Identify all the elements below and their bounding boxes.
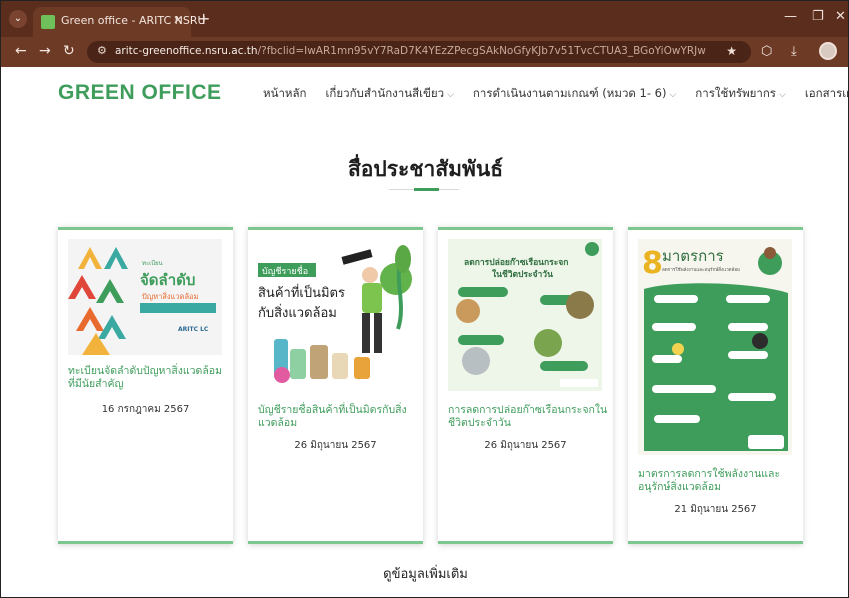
news-card[interactable]: บัญชีรายชื่อ สินค้าที่เป็นมิตร กับสิ่งแว… [248,227,423,544]
chevron-down-icon: ⌵ [447,90,454,100]
new-tab-button[interactable]: + [197,9,210,28]
thumb-text: ลดการใช้พลังงานและอนุรักษ์สิ่งแวดล้อม [662,266,740,273]
card-thumbnail[interactable]: ทะเบียน จัดลำดับ ปัญหาสิ่งแวดล้อม ARITC … [68,239,222,355]
card-date: 16 กรกฎาคม 2567 [101,404,190,415]
download-icon[interactable]: ⤓ [791,44,797,59]
bookmark-star-icon[interactable]: ★ [726,44,737,58]
tab-search-icon[interactable]: ⌄ [9,10,27,28]
thumb-text: กับสิ่งแวดล้อม [258,304,337,321]
url-host: aritc-greenoffice.nsru.ac.th [115,45,258,57]
site-info-icon[interactable]: ⚙ [97,44,107,57]
site-logo[interactable]: GREEN OFFICE [58,81,222,105]
nav-item-about[interactable]: เกี่ยวกับสำนักงานสีเขียว ⌵ [326,85,454,103]
thumbnail-graphic: ลดการปล่อยก๊าซเรือนกระจก ในชีวิตประจำวัน [448,239,602,391]
main-nav: หน้าหลัก เกี่ยวกับสำนักงานสีเขียว ⌵ การดำ… [263,85,848,103]
thumb-text: ทะเบียน [142,259,163,267]
favicon-icon [41,15,55,29]
thumb-text: ปัญหาสิ่งแวดล้อม [142,291,199,301]
card-thumbnail[interactable]: 8 มาตรการ ลดการใช้พลังงานและอนุรักษ์สิ่ง… [638,239,792,455]
browser-window: ⌄ Green office - ARITC NSRU ✕ + — ❐ ✕ ← … [0,0,849,598]
thumb-text: ในชีวิตประจำวัน [492,269,553,280]
svg-text:8: 8 [642,246,663,281]
thumb-text: จัดลำดับ [140,271,195,289]
nav-label: การดำเนินงานตามเกณฑ์ (หมวด 1- 6) [472,86,667,100]
title-accent [414,188,439,191]
restore-icon[interactable]: ❐ [812,9,824,24]
nav-item-documents[interactable]: เอกสารเผยแพร่ [804,85,848,103]
card-date: 26 มิถุนายน 2567 [294,440,377,451]
chevron-down-icon: ⌵ [779,90,786,100]
section-title: สื่อประชาสัมพันธ์ [347,157,504,181]
thumbnail-graphic: ทะเบียน จัดลำดับ ปัญหาสิ่งแวดล้อม ARITC … [68,247,216,355]
card-thumbnail[interactable]: ลดการปล่อยก๊าซเรือนกระจก ในชีวิตประจำวัน [448,239,602,391]
address-bar[interactable]: ⚙ aritc-greenoffice.nsru.ac.th/?fbclid=I… [87,41,751,63]
thumb-text: มาตรการ [662,247,724,265]
nav-item-home[interactable]: หน้าหลัก [263,85,307,103]
nav-label: หน้าหลัก [263,86,307,100]
nav-item-criteria[interactable]: การดำเนินงานตามเกณฑ์ (หมวด 1- 6) ⌵ [473,85,676,103]
thumb-text: ARITC LC [178,326,209,333]
thumb-text: สินค้าที่เป็นมิตร [258,283,345,301]
news-card[interactable]: ทะเบียน จัดลำดับ ปัญหาสิ่งแวดล้อม ARITC … [58,227,233,544]
card-title[interactable]: บัญชีรายชื่อสินค้าที่เป็นมิตรกับสิ่งแวดล… [258,404,418,430]
tab-strip: ⌄ Green office - ARITC NSRU ✕ + — ❐ ✕ [1,1,848,37]
card-thumbnail[interactable]: บัญชีรายชื่อ สินค้าที่เป็นมิตร กับสิ่งแว… [258,239,412,393]
chevron-down-icon: ⌵ [669,90,677,100]
url-text: aritc-greenoffice.nsru.ac.th/?fbclid=IwA… [115,45,725,57]
browser-toolbar: ← → ↻ ⚙ aritc-greenoffice.nsru.ac.th/?fb… [1,37,848,67]
nav-item-resources[interactable]: การใช้ทรัพยากร ⌵ [695,85,786,103]
minimize-icon[interactable]: — [784,9,797,24]
card-title[interactable]: ทะเบียนจัดลำดับปัญหาสิ่งแวดล้อมที่มีนัยส… [68,365,228,391]
card-date: 21 มิถุนายน 2567 [674,504,757,515]
reload-icon[interactable]: ↻ [63,43,75,59]
browser-tab[interactable]: Green office - ARITC NSRU ✕ [33,7,206,37]
news-card[interactable]: 8 มาตรการ ลดการใช้พลังงานและอนุรักษ์สิ่ง… [628,227,803,544]
nav-label: เกี่ยวกับสำนักงานสีเขียว [325,86,445,100]
card-title[interactable]: การลดการปล่อยก๊าซเรือนกระจกในชีวิตประจำว… [448,404,608,430]
profile-avatar[interactable] [819,42,837,60]
back-icon[interactable]: ← [15,43,27,59]
nav-label: การใช้ทรัพยากร [695,86,776,100]
thumb-text: ลดการปล่อยก๊าซเรือนกระจก [464,257,568,268]
menu-kebab-icon[interactable]: ⋮ [843,43,848,57]
card-date: 26 มิถุนายน 2567 [484,440,567,451]
nav-label: เอกสารเผยแพร่ [804,86,848,100]
news-card[interactable]: ลดการปล่อยก๊าซเรือนกระจก ในชีวิตประจำวัน… [438,227,613,544]
extensions-icon[interactable]: ⬡ [761,44,772,59]
forward-icon[interactable]: → [39,43,51,59]
close-tab-icon[interactable]: ✕ [173,13,183,27]
url-path: /?fbclid=IwAR1mn95vY7RaD7K4YEzZPecgSAkNo… [257,45,706,57]
tab-title: Green office - ARITC NSRU [61,14,206,27]
close-window-icon[interactable]: ✕ [835,9,846,24]
card-title[interactable]: มาตรการลดการใช้พลังงานและอนุรักษ์สิ่งแวด… [638,468,798,494]
thumbnail-graphic: 8 มาตรการ ลดการใช้พลังงานและอนุรักษ์สิ่ง… [638,239,792,455]
view-more-link[interactable]: ดูข้อมูลเพิ่มเติม [1,563,848,584]
thumbnail-graphic: บัญชีรายชื่อ สินค้าที่เป็นมิตร กับสิ่งแว… [258,245,412,383]
